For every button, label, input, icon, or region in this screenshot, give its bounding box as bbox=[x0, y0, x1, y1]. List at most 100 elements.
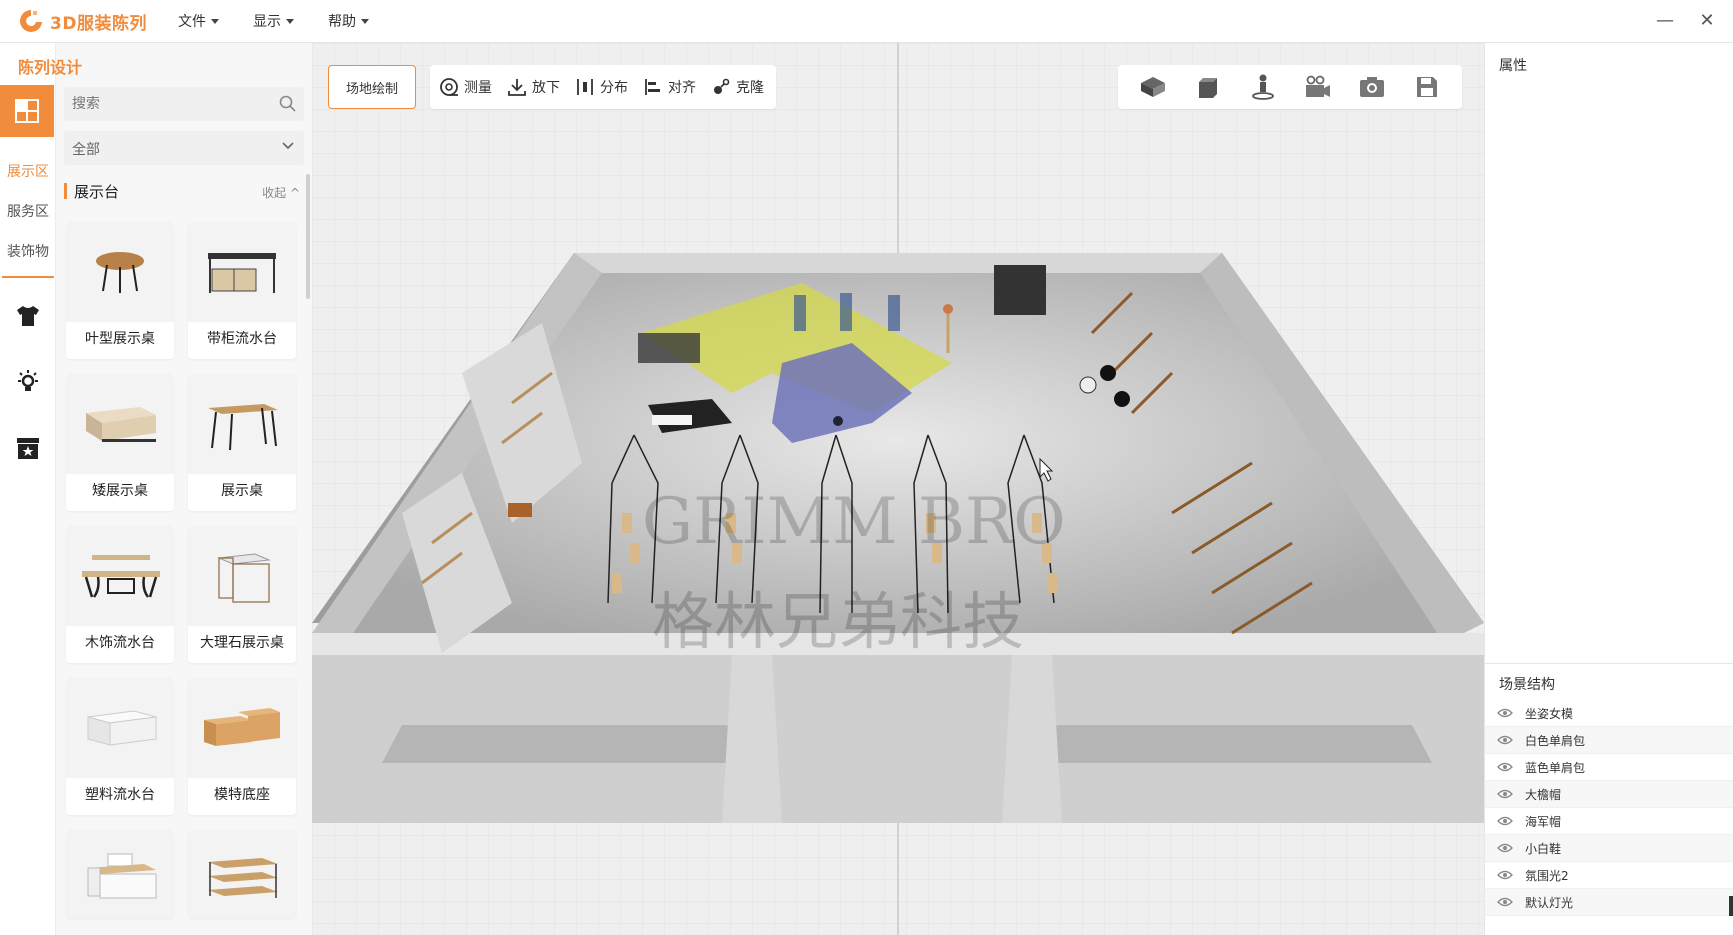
eye-icon[interactable] bbox=[1497, 761, 1513, 773]
catalog-scrollbar[interactable] bbox=[306, 174, 310, 299]
drop-icon bbox=[506, 76, 528, 98]
scene-item[interactable]: 小白鞋 bbox=[1485, 835, 1733, 862]
save-icon[interactable] bbox=[1411, 71, 1443, 103]
menu-help[interactable]: 帮助 bbox=[328, 11, 369, 31]
clone-button[interactable]: 克隆 bbox=[710, 76, 764, 98]
eye-icon[interactable] bbox=[1497, 896, 1513, 908]
3d-viewport[interactable]: GRIMM BRO 格林兄弟科技 场地绘制 测量 放下 分布 对齐 克隆 bbox=[312, 43, 1484, 935]
scene-item[interactable]: 坐姿女模 bbox=[1485, 700, 1733, 727]
clone-label: 克隆 bbox=[736, 80, 764, 96]
cabinet-table-icon bbox=[188, 222, 296, 322]
scene-item-label: 氛围光2 bbox=[1525, 868, 1569, 883]
scene-structure-panel: 场景结构 坐姿女模 白色单肩包 蓝色单肩包 大檐帽 海军帽 小白鞋 氛围光2 默… bbox=[1484, 663, 1733, 935]
layout-tab[interactable] bbox=[0, 85, 54, 137]
scene-structure-title: 场景结构 bbox=[1499, 677, 1555, 693]
align-button[interactable]: 对齐 bbox=[642, 76, 696, 98]
section-accent-bar bbox=[64, 183, 67, 199]
distribute-icon bbox=[574, 76, 596, 98]
video-camera-icon[interactable] bbox=[1301, 71, 1333, 103]
scene-item-label: 坐姿女模 bbox=[1525, 706, 1574, 721]
catalog-item[interactable]: 叶型展示桌 bbox=[66, 222, 174, 359]
caret-down-icon bbox=[286, 18, 294, 24]
tab-service-area[interactable]: 服务区 bbox=[0, 201, 56, 221]
catalog-item-label: 大理石展示桌 bbox=[200, 635, 284, 651]
close-button[interactable]: ✕ bbox=[1695, 10, 1719, 31]
scene-item-label: 默认灯光 bbox=[1525, 895, 1574, 910]
tool-group: 测量 放下 分布 对齐 克隆 bbox=[430, 65, 776, 109]
clone-icon bbox=[710, 76, 732, 98]
storage-box-icon[interactable] bbox=[14, 434, 42, 462]
catalog-item-label: 展示桌 bbox=[221, 483, 263, 499]
screenshot-camera-icon[interactable] bbox=[1356, 71, 1388, 103]
menu-bar: 文件 显示 帮助 bbox=[178, 11, 403, 31]
section-title: 展示台 bbox=[74, 183, 120, 201]
scene-item[interactable]: 大檐帽 bbox=[1485, 781, 1733, 808]
measure-label: 测量 bbox=[464, 80, 492, 96]
collapse-button[interactable]: 收起 ^ bbox=[262, 184, 300, 201]
collapse-label: 收起 bbox=[262, 186, 287, 200]
scene-item[interactable]: 海军帽 bbox=[1485, 808, 1733, 835]
watermark-cn-text: 格林兄弟科技 bbox=[652, 585, 1024, 658]
caret-down-icon bbox=[361, 18, 369, 24]
drop-button[interactable]: 放下 bbox=[506, 76, 560, 98]
app-logo: 3D服装陈列 bbox=[18, 8, 178, 34]
align-icon bbox=[642, 76, 664, 98]
eye-icon[interactable] bbox=[1497, 842, 1513, 854]
catalog-item[interactable] bbox=[66, 830, 174, 918]
category-select[interactable]: 全部 bbox=[64, 131, 304, 165]
catalog-item[interactable]: 展示桌 bbox=[188, 374, 296, 511]
scene-item-label: 蓝色单肩包 bbox=[1525, 760, 1586, 775]
catalog-item[interactable]: 带柜流水台 bbox=[188, 222, 296, 359]
eye-icon[interactable] bbox=[1497, 734, 1513, 746]
app-title: 3D服装陈列 bbox=[50, 13, 147, 34]
distribute-button[interactable]: 分布 bbox=[574, 76, 628, 98]
scene-item[interactable]: 白色单肩包 bbox=[1485, 727, 1733, 754]
eye-icon[interactable] bbox=[1497, 869, 1513, 881]
scene-item[interactable]: 默认灯光 bbox=[1485, 889, 1733, 916]
site-draw-button[interactable]: 场地绘制 bbox=[328, 65, 416, 109]
tab-display-area[interactable]: 展示区 bbox=[0, 161, 56, 181]
properties-panel: 属性 bbox=[1484, 43, 1733, 663]
caret-down-icon bbox=[211, 18, 219, 24]
catalog-item[interactable] bbox=[188, 830, 296, 918]
display-table-icon bbox=[188, 374, 296, 474]
catalog-item[interactable]: 木饰流水台 bbox=[66, 526, 174, 663]
scene-item[interactable]: 氛围光2 bbox=[1485, 862, 1733, 889]
catalog-item-label: 塑料流水台 bbox=[85, 787, 155, 803]
catalog-item[interactable]: 大理石展示桌 bbox=[188, 526, 296, 663]
minimize-button[interactable]: — bbox=[1653, 10, 1677, 31]
left-rail: 陈列设计 展示区 服务区 装饰物 bbox=[0, 43, 82, 935]
catalog-item[interactable]: 矮展示桌 bbox=[66, 374, 174, 511]
search-input[interactable] bbox=[64, 87, 264, 121]
catalog-item[interactable]: 模特底座 bbox=[188, 678, 296, 815]
search-icon[interactable] bbox=[279, 95, 296, 112]
section-header: 展示台 收起 ^ bbox=[64, 180, 304, 204]
eye-icon[interactable] bbox=[1497, 707, 1513, 719]
measure-button[interactable]: 测量 bbox=[438, 76, 492, 98]
scene-item-label: 海军帽 bbox=[1525, 814, 1562, 829]
catalog-item[interactable]: 塑料流水台 bbox=[66, 678, 174, 815]
catalog-item-label: 带柜流水台 bbox=[207, 331, 277, 347]
scene-canvas[interactable]: GRIMM BRO 格林兄弟科技 bbox=[312, 43, 1484, 935]
scene-item[interactable]: 蓝色单肩包 bbox=[1485, 754, 1733, 781]
tshirt-icon[interactable] bbox=[14, 302, 42, 330]
island-table-icon bbox=[66, 830, 174, 918]
menu-display[interactable]: 显示 bbox=[253, 11, 294, 31]
marble-table-icon bbox=[188, 526, 296, 626]
menu-file[interactable]: 文件 bbox=[178, 11, 219, 31]
panel-title: 陈列设计 bbox=[18, 58, 83, 77]
perspective-view-icon[interactable] bbox=[1137, 71, 1169, 103]
logo-icon bbox=[20, 10, 42, 32]
light-icon[interactable] bbox=[14, 368, 42, 396]
plastic-table-icon bbox=[66, 678, 174, 778]
align-label: 对齐 bbox=[668, 80, 696, 96]
search-box bbox=[64, 87, 304, 121]
top-view-icon[interactable] bbox=[1192, 71, 1224, 103]
walk-view-icon[interactable] bbox=[1247, 71, 1279, 103]
eye-icon[interactable] bbox=[1497, 788, 1513, 800]
eye-icon[interactable] bbox=[1497, 815, 1513, 827]
leaf-table-icon bbox=[66, 222, 174, 322]
scene-scrollbar[interactable] bbox=[1729, 896, 1733, 916]
tab-decorations[interactable]: 装饰物 bbox=[0, 241, 56, 261]
scene-item-label: 白色单肩包 bbox=[1525, 733, 1586, 748]
